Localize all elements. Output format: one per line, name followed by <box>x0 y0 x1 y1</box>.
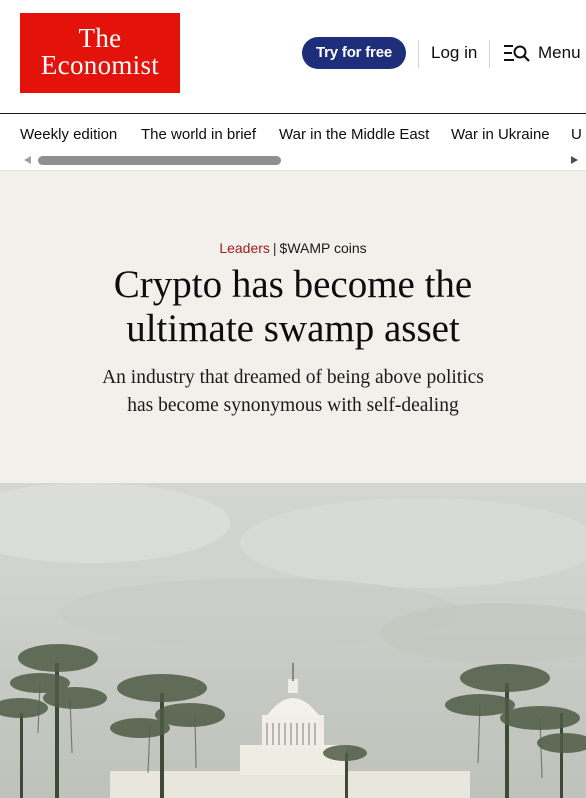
header-divider <box>489 40 490 68</box>
article-headline: Crypto has become the ultimate swamp ass… <box>40 263 546 351</box>
nav-item-weekly-edition[interactable]: Weekly edition <box>20 125 117 145</box>
standfirst-line: has become synonymous with self-dealing <box>127 395 459 416</box>
nav-item-world-in-brief[interactable]: The world in brief <box>141 125 256 145</box>
article-standfirst: An industry that dreamed of being above … <box>60 364 526 420</box>
article-kicker: Leaders | $WAMP coins <box>0 238 586 258</box>
capitol-swamp-illustration <box>0 483 586 798</box>
nav-item-middle-east[interactable]: War in the Middle East <box>279 125 429 145</box>
headline-line: Crypto has become the <box>113 263 473 306</box>
header-divider <box>418 40 419 68</box>
hero-image <box>0 483 586 798</box>
logo-line-economist: Economist <box>40 50 160 80</box>
kicker-divider: | <box>272 240 277 256</box>
nav-item-truncated[interactable]: U <box>571 125 582 145</box>
scroll-right-arrow[interactable] <box>571 156 578 164</box>
nav-scrollbar-thumb[interactable] <box>38 156 281 165</box>
nav-item-ukraine[interactable]: War in Ukraine <box>451 125 550 145</box>
section-link[interactable]: Leaders <box>219 240 270 256</box>
economist-logo[interactable]: The Economist <box>20 13 180 93</box>
topic-label: $WAMP coins <box>279 240 367 256</box>
scroll-left-arrow[interactable] <box>24 156 31 164</box>
try-for-free-button[interactable]: Try for free <box>302 37 406 69</box>
menu-search-icon <box>504 45 530 62</box>
menu-label: Menu <box>538 43 581 62</box>
login-link[interactable]: Log in <box>431 41 477 65</box>
logo-line-the: The <box>78 23 122 53</box>
site-header: The Economist Try for free Log in Menu <box>0 0 586 114</box>
article-header: Leaders | $WAMP coins Crypto has become th… <box>0 170 586 483</box>
standfirst-line: An industry that dreamed of being above … <box>102 367 484 388</box>
headline-line: ultimate swamp asset <box>126 307 460 350</box>
